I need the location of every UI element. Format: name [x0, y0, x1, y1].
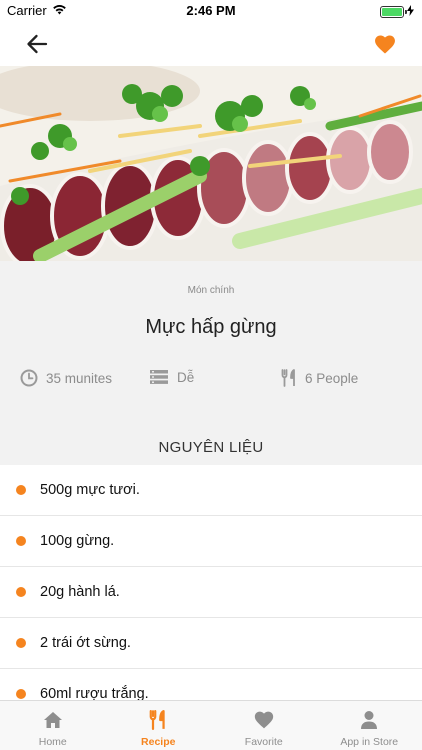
recipe-meta: 35 munites Dễ 6 People: [0, 369, 422, 391]
recipe-info: Món chính Mực hấp gừng 35 munites Dễ 6 P…: [0, 261, 422, 465]
bullet-icon: [16, 485, 26, 495]
bullet-icon: [16, 536, 26, 546]
recipe-photo: [0, 66, 422, 261]
bullet-icon: [16, 638, 26, 648]
back-button[interactable]: [22, 30, 52, 58]
servings: 6 People: [281, 369, 358, 387]
list-item: 500g mực tươi.: [0, 465, 422, 516]
nav-bar: [0, 22, 422, 66]
list-item: 60ml rượu trắng.: [0, 669, 422, 700]
difficulty: Dễ: [149, 369, 194, 385]
list-item: 20g hành lá.: [0, 567, 422, 618]
heart-icon: [253, 709, 275, 731]
difficulty-icon: [150, 370, 168, 384]
ingredient-text: 60ml rượu trắng.: [40, 686, 149, 700]
home-icon: [42, 709, 64, 731]
tab-recipe[interactable]: Recipe: [106, 701, 212, 750]
charging-icon: [407, 4, 414, 19]
status-time: 2:46 PM: [186, 3, 236, 18]
tab-app-in-store[interactable]: App in Store: [317, 701, 422, 750]
status-right: [380, 4, 414, 19]
bullet-icon: [16, 689, 26, 699]
ingredients-title: NGUYÊN LIỆU: [158, 439, 264, 456]
ingredients-list[interactable]: 500g mực tươi. 100g gừng. 20g hành lá. 2…: [0, 465, 422, 700]
clock-icon: [20, 369, 38, 387]
recipe-category: Món chính: [187, 285, 235, 296]
tab-home[interactable]: Home: [0, 701, 106, 750]
tab-bar: Home Recipe Favorite App in Store: [0, 700, 422, 750]
tab-label: Recipe: [141, 736, 176, 748]
tab-favorite[interactable]: Favorite: [211, 701, 317, 750]
cook-time: 35 munites: [20, 369, 112, 387]
list-item: 100g gừng.: [0, 516, 422, 567]
ingredient-text: 500g mực tươi.: [40, 482, 140, 498]
ingredient-text: 20g hành lá.: [40, 584, 120, 600]
favorite-button[interactable]: [372, 31, 398, 57]
tab-label: App in Store: [340, 736, 399, 748]
list-item: 2 trái ớt sừng.: [0, 618, 422, 669]
ingredient-text: 100g gừng.: [40, 533, 115, 549]
arrow-left-icon: [27, 34, 48, 54]
battery-icon: [380, 5, 407, 18]
cook-time-label: 35 munites: [46, 370, 113, 386]
tab-label: Favorite: [244, 736, 283, 748]
tab-label: Home: [38, 736, 67, 748]
fork-knife-icon: [147, 709, 169, 731]
recipe-title: Mực hấp gừng: [145, 316, 277, 338]
bullet-icon: [16, 587, 26, 597]
status-bar: Carrier 2:46 PM: [0, 0, 422, 22]
heart-icon: [375, 34, 395, 54]
difficulty-label: Dễ: [177, 369, 195, 385]
servings-label: 6 People: [305, 370, 359, 386]
fork-knife-icon: [281, 369, 295, 387]
ingredient-text: 2 trái ớt sừng.: [40, 635, 131, 651]
user-icon: [358, 709, 380, 731]
battery-fill: [382, 7, 402, 16]
